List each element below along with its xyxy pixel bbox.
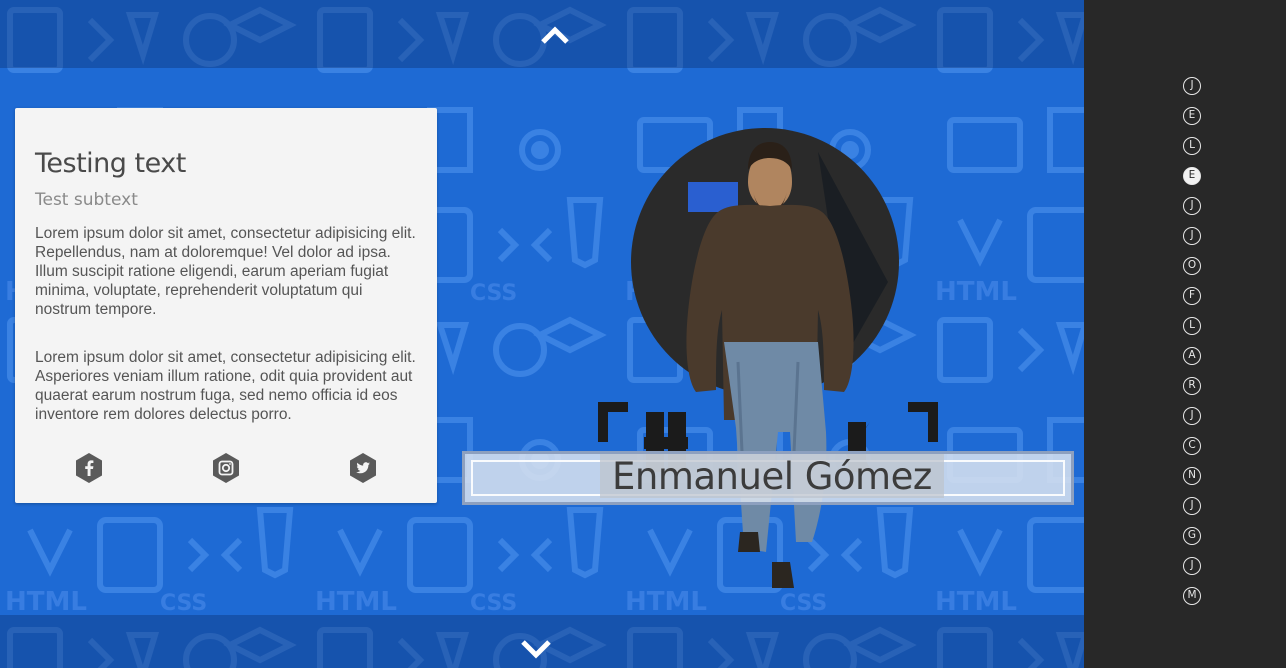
nav-dot-3[interactable]: E bbox=[1183, 167, 1201, 185]
chevron-down-icon[interactable] bbox=[520, 638, 552, 660]
nav-dot-16[interactable]: J bbox=[1183, 557, 1201, 575]
nav-dot-17[interactable]: M bbox=[1183, 587, 1201, 605]
hero-stage: HTML CSS Testing text Test subtext Lorem… bbox=[0, 0, 1084, 668]
twitter-icon[interactable] bbox=[348, 452, 378, 484]
card-paragraph: Lorem ipsum dolor sit amet, consectetur … bbox=[35, 349, 416, 423]
card-title: Testing text bbox=[35, 148, 186, 179]
nav-dot-5[interactable]: J bbox=[1183, 227, 1201, 245]
nav-dot-0[interactable]: J bbox=[1183, 77, 1201, 95]
nav-dot-4[interactable]: J bbox=[1183, 197, 1201, 215]
nav-dot-8[interactable]: L bbox=[1183, 317, 1201, 335]
instagram-icon[interactable] bbox=[211, 452, 241, 484]
card-paragraph: Lorem ipsum dolor sit amet, consectetur … bbox=[35, 225, 416, 318]
nav-dot-1[interactable]: E bbox=[1183, 107, 1201, 125]
nav-dot-2[interactable]: L bbox=[1183, 137, 1201, 155]
profile-name: Enmanuel Gómez bbox=[600, 454, 944, 498]
nav-dot-15[interactable]: G bbox=[1183, 527, 1201, 545]
nav-dot-14[interactable]: J bbox=[1183, 497, 1201, 515]
info-card: Testing text Test subtext Lorem ipsum do… bbox=[15, 108, 437, 503]
profile-photo bbox=[598, 128, 938, 588]
nav-dot-7[interactable]: F bbox=[1183, 287, 1201, 305]
nav-dot-13[interactable]: N bbox=[1183, 467, 1201, 485]
facebook-icon[interactable] bbox=[74, 452, 104, 484]
nav-dot-list: JELEJJOFLARJCNJGJM bbox=[1183, 77, 1201, 617]
nav-dot-10[interactable]: R bbox=[1183, 377, 1201, 395]
nav-dot-11[interactable]: J bbox=[1183, 407, 1201, 425]
nav-dot-9[interactable]: A bbox=[1183, 347, 1201, 365]
nav-dot-6[interactable]: O bbox=[1183, 257, 1201, 275]
chevron-up-icon[interactable] bbox=[540, 24, 570, 46]
card-subtitle: Test subtext bbox=[35, 190, 138, 210]
nav-dot-12[interactable]: C bbox=[1183, 437, 1201, 455]
sidebar-nav: JELEJJOFLARJCNJGJM bbox=[1084, 0, 1286, 668]
